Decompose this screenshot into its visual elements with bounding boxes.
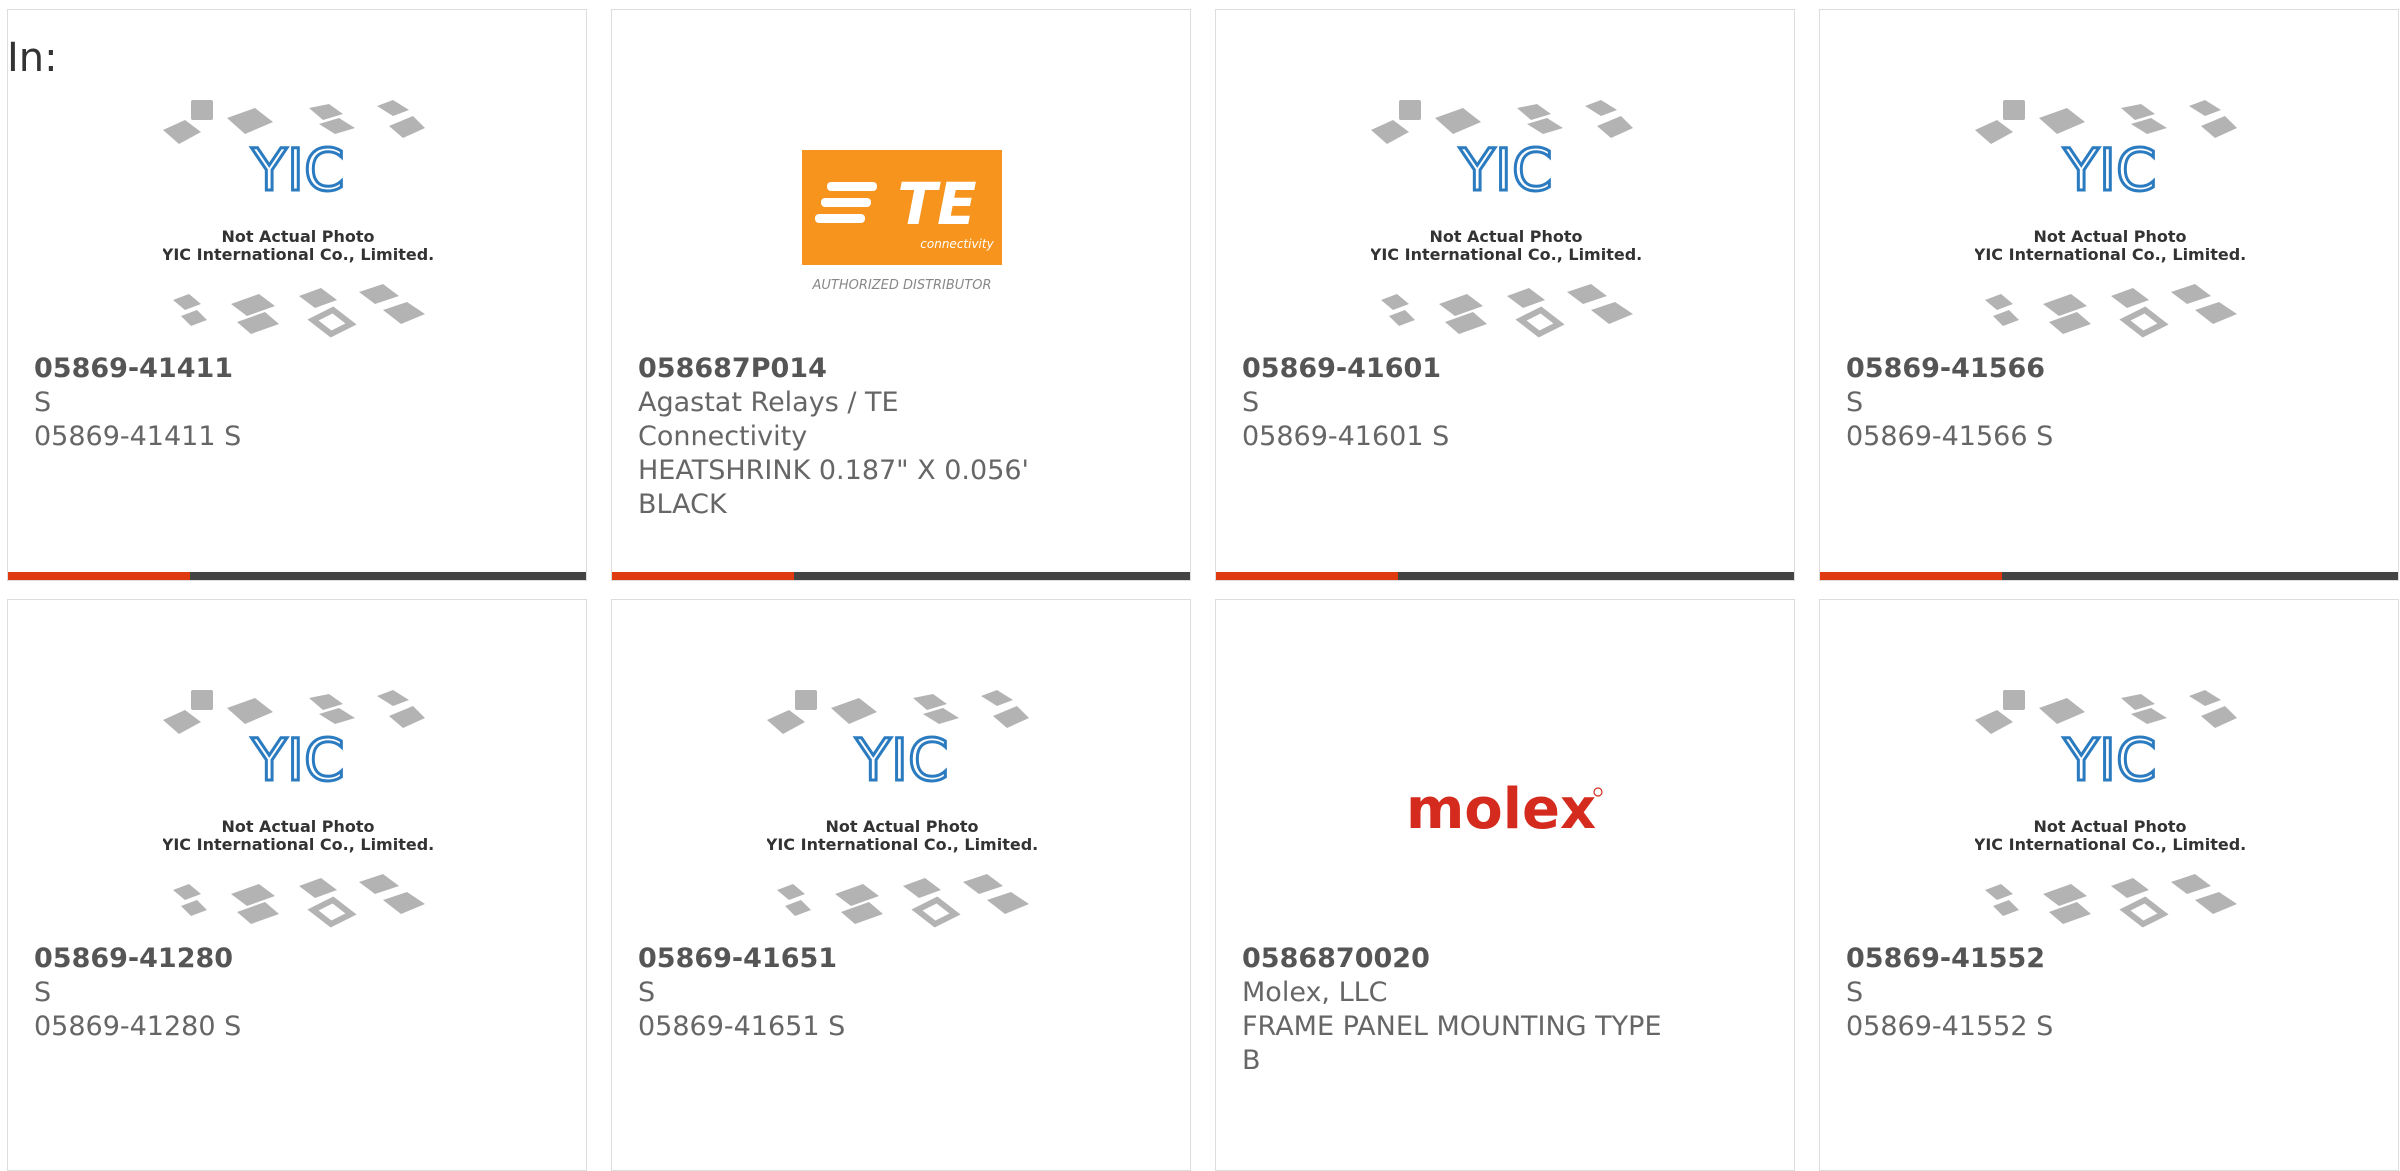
card-bottom-bar	[8, 572, 586, 580]
product-card[interactable]: YIC Not Actual Photo YIC International C…	[7, 599, 587, 1171]
svg-text:Not Actual Photo: Not Actual Photo	[221, 817, 374, 836]
description: 05869-41601 S	[1242, 421, 1450, 452]
card-accent-bar	[1216, 572, 1398, 580]
card-accent-bar	[612, 572, 794, 580]
part-number[interactable]: 05869-41280	[34, 942, 464, 976]
part-number[interactable]: 05869-41601	[1242, 352, 1672, 386]
part-number[interactable]: 05869-41552	[1846, 942, 2276, 976]
product-card[interactable]: YIC Not Actual Photo YIC International C…	[1819, 599, 2399, 1171]
part-number[interactable]: 05869-41411	[34, 352, 464, 386]
product-card[interactable]: YIC Not Actual Photo YIC International C…	[1215, 9, 1795, 581]
svg-text:Not Actual Photo: Not Actual Photo	[2033, 227, 2186, 246]
product-image: YIC Not Actual Photo YIC International C…	[8, 682, 588, 937]
product-image: molex	[1216, 682, 1796, 937]
manufacturer: Agastat Relays / TE Connectivity	[638, 387, 899, 452]
svg-text:YIC: YIC	[2062, 726, 2156, 794]
manufacturer: S	[1242, 387, 1260, 418]
svg-text:YIC International Co., Limited: YIC International Co., Limited.	[1975, 835, 2245, 854]
card-accent-bar	[8, 572, 190, 580]
manufacturer: S	[34, 387, 52, 418]
description: 05869-41552 S	[1846, 1011, 2054, 1042]
card-bottom-bar	[1216, 572, 1794, 580]
manufacturer: S	[638, 977, 656, 1008]
part-number[interactable]: 058687P014	[638, 352, 1068, 386]
svg-text:Not Actual Photo: Not Actual Photo	[1429, 227, 1582, 246]
product-grid: YIC Not Actual Photo YIC International C…	[7, 9, 2399, 1171]
product-card[interactable]: YIC Not Actual Photo YIC International C…	[611, 599, 1191, 1171]
part-number[interactable]: 0586870020	[1242, 942, 1672, 976]
description: 05869-41651 S	[638, 1011, 846, 1042]
card-bottom-bar	[612, 572, 1190, 580]
manufacturer: S	[1846, 387, 1864, 418]
description: 05869-41566 S	[1846, 421, 2054, 452]
svg-text:YIC International Co., Limited: YIC International Co., Limited.	[1975, 245, 2245, 264]
svg-text:YIC: YIC	[250, 726, 344, 794]
yic-placeholder-icon: YIC Not Actual Photo YIC International C…	[767, 689, 1037, 928]
product-card[interactable]: YIC Not Actual Photo YIC International C…	[1819, 9, 2399, 581]
part-number[interactable]: 05869-41651	[638, 942, 1068, 976]
card-bottom-bar	[1820, 572, 2398, 580]
manufacturer: S	[34, 977, 52, 1008]
product-card[interactable]: TE connectivity AUTHORIZED DISTRIBUTOR 0…	[611, 9, 1191, 581]
svg-text:connectivity: connectivity	[920, 237, 994, 251]
yic-placeholder-icon: YIC Not Actual Photo YIC International C…	[163, 689, 433, 928]
part-number[interactable]: 05869-41566	[1846, 352, 2276, 386]
product-card[interactable]: molex 0586870020 Molex, LLC FRAME PANEL …	[1215, 599, 1795, 1171]
yic-placeholder-icon: YIC Not Actual Photo YIC International C…	[1975, 689, 2245, 928]
product-image: YIC Not Actual Photo YIC International C…	[1820, 92, 2400, 347]
svg-text:TE: TE	[897, 170, 976, 238]
svg-text:Not Actual Photo: Not Actual Photo	[221, 227, 374, 246]
svg-text:YIC International Co., Limited: YIC International Co., Limited.	[163, 245, 433, 264]
description: HEATSHRINK 0.187" X 0.056' BLACK	[638, 455, 1029, 520]
product-image: YIC Not Actual Photo YIC International C…	[1216, 92, 1796, 347]
svg-text:AUTHORIZED DISTRIBUTOR: AUTHORIZED DISTRIBUTOR	[811, 278, 991, 293]
svg-text:YIC: YIC	[854, 726, 948, 794]
molex-logo-icon: molex	[1406, 777, 1603, 842]
svg-text:Not Actual Photo: Not Actual Photo	[2033, 817, 2186, 836]
description: FRAME PANEL MOUNTING TYPE B	[1242, 1011, 1662, 1076]
description: 05869-41411 S	[34, 421, 242, 452]
svg-text:YIC International Co., Limited: YIC International Co., Limited.	[1371, 245, 1641, 264]
svg-text:YIC: YIC	[250, 136, 344, 204]
product-card[interactable]: YIC Not Actual Photo YIC International C…	[7, 9, 587, 581]
card-accent-bar	[1820, 572, 2002, 580]
product-image: YIC Not Actual Photo YIC International C…	[612, 682, 1192, 937]
te-connectivity-logo-icon: TE connectivity AUTHORIZED DISTRIBUTOR	[802, 149, 1002, 293]
yic-placeholder-icon: YIC Not Actual Photo YIC International C…	[1371, 99, 1641, 338]
svg-text:YIC International Co., Limited: YIC International Co., Limited.	[163, 835, 433, 854]
manufacturer: Molex, LLC	[1242, 977, 1388, 1008]
svg-text:YIC International Co., Limited: YIC International Co., Limited.	[767, 835, 1037, 854]
svg-text:YIC: YIC	[1458, 136, 1552, 204]
yic-placeholder-icon: YIC Not Actual Photo YIC International C…	[163, 99, 433, 338]
svg-text:molex: molex	[1406, 777, 1596, 842]
yic-placeholder-icon: YIC Not Actual Photo YIC International C…	[1975, 99, 2245, 338]
product-image: YIC Not Actual Photo YIC International C…	[1820, 682, 2400, 937]
svg-text:YIC: YIC	[2062, 136, 2156, 204]
product-image: YIC Not Actual Photo YIC International C…	[8, 92, 588, 347]
description: 05869-41280 S	[34, 1011, 242, 1042]
svg-text:Not Actual Photo: Not Actual Photo	[825, 817, 978, 836]
in-label: In:	[7, 35, 58, 81]
product-image: TE connectivity AUTHORIZED DISTRIBUTOR	[612, 92, 1192, 347]
manufacturer: S	[1846, 977, 1864, 1008]
